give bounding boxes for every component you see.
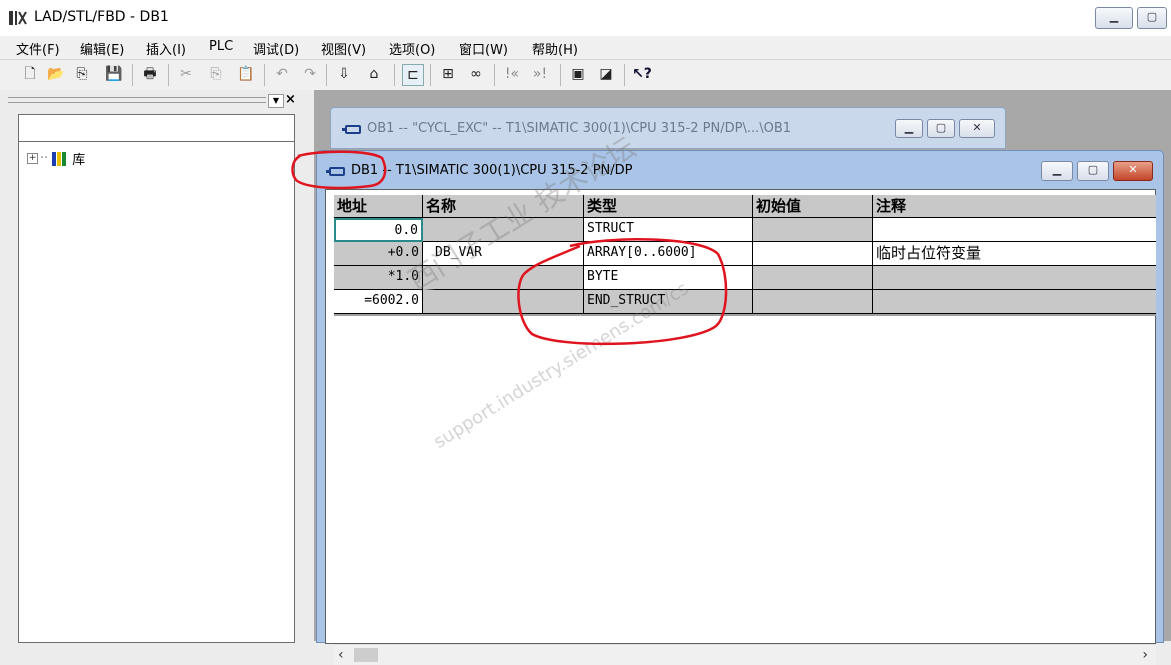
cell-address[interactable]: +0.0	[334, 242, 423, 266]
cell-comment[interactable]	[873, 290, 1156, 314]
cell-type[interactable]: END_STRUCT	[584, 290, 753, 314]
toolbar: 🗋 📂 ⎘ 💾 🖶 ✂ ⎘ 📋 ↶ ↷ ⇩ ⌂ ⊏ ⊞ ∞ !« »! ▣ ◪ …	[0, 59, 1171, 91]
cell-initial-value[interactable]	[753, 218, 873, 242]
menu-debug[interactable]: 调试(D)	[253, 39, 299, 58]
scroll-left-icon[interactable]: ‹	[338, 647, 344, 663]
ob1-minimize-button[interactable]: ▁	[895, 119, 923, 138]
print-icon[interactable]: 🖶	[140, 64, 160, 84]
app-title-bar: LAD/STL/FBD - DB1 ▁ ▢	[0, 0, 1171, 36]
copy-icon[interactable]: ⎘	[206, 64, 226, 84]
db1-minimize-button[interactable]: ▁	[1041, 161, 1073, 181]
cell-type[interactable]: STRUCT	[584, 218, 753, 242]
menu-file[interactable]: 文件(F)	[16, 39, 60, 58]
upload-icon[interactable]: ⌂	[364, 64, 384, 84]
ob1-close-button[interactable]: ✕	[959, 119, 995, 138]
panel-close-icon[interactable]: ×	[285, 92, 296, 107]
scroll-right-icon[interactable]: ›	[1142, 647, 1148, 663]
menu-view[interactable]: 视图(V)	[321, 39, 366, 58]
cell-initial-value[interactable]	[753, 290, 873, 314]
overview-icon[interactable]: ▣	[568, 64, 588, 84]
app-title: LAD/STL/FBD - DB1	[34, 9, 169, 25]
minimize-button[interactable]: ▁	[1095, 7, 1133, 29]
cell-address[interactable]: *1.0	[334, 266, 423, 290]
db1-window-title: DB1 -- T1\SIMATIC 300(1)\CPU 315-2 PN/DP	[351, 163, 633, 178]
menu-options[interactable]: 选项(O)	[389, 39, 435, 58]
library-icon	[52, 151, 68, 166]
glasses-icon[interactable]: ∞	[466, 64, 486, 84]
ob1-window[interactable]: OB1 -- "CYCL_EXC" -- T1\SIMATIC 300(1)\C…	[330, 107, 1006, 149]
ob1-window-title: OB1 -- "CYCL_EXC" -- T1\SIMATIC 300(1)\C…	[367, 121, 792, 136]
details-icon[interactable]: ◪	[596, 64, 616, 84]
monitor-icon[interactable]: ⊏	[402, 64, 424, 86]
cell-initial-value[interactable]	[753, 242, 873, 266]
menu-window[interactable]: 窗口(W)	[459, 39, 508, 58]
download-icon[interactable]: ⇩	[334, 64, 354, 84]
save-icon[interactable]: 💾	[104, 64, 124, 84]
maximize-button[interactable]: ▢	[1137, 7, 1167, 29]
header-type: 类型	[584, 195, 753, 218]
declaration-table: 地址 名称 类型 初始值 注释 0.0 STRUCT +0.0 DB_VAR A…	[334, 195, 1156, 316]
library-tree: + ·· 库	[18, 114, 295, 643]
db1-window[interactable]: DB1 -- T1\SIMATIC 300(1)\CPU 315-2 PN/DP…	[316, 150, 1164, 665]
cell-name[interactable]	[423, 266, 584, 290]
cell-initial-value[interactable]	[753, 266, 873, 290]
paste-icon[interactable]: 📋	[236, 64, 256, 84]
prev-network-icon[interactable]: !«	[502, 64, 522, 84]
menu-edit[interactable]: 编辑(E)	[80, 39, 124, 58]
overview-panel: ▼ × + ·· 库	[0, 90, 314, 643]
menu-help[interactable]: 帮助(H)	[532, 39, 578, 58]
header-comment: 注释	[873, 195, 1156, 218]
network-icon[interactable]: ⎘	[72, 64, 92, 84]
cell-address[interactable]: =6002.0	[334, 290, 423, 314]
expand-icon[interactable]: +	[27, 153, 38, 164]
panel-grip[interactable]	[8, 97, 266, 103]
app-icon	[9, 11, 27, 25]
open-icon[interactable]: 📂	[46, 64, 66, 84]
cell-name[interactable]	[423, 218, 584, 242]
undo-icon[interactable]: ↶	[272, 64, 292, 84]
cell-comment[interactable]	[873, 266, 1156, 290]
new-icon[interactable]: 🗋	[20, 64, 40, 84]
panel-dropdown-icon[interactable]: ▼	[268, 94, 284, 108]
ob1-maximize-button[interactable]: ▢	[927, 119, 955, 138]
header-address: 地址	[334, 195, 423, 218]
cell-comment[interactable]	[873, 218, 1156, 242]
header-name: 名称	[423, 195, 584, 218]
cell-name[interactable]: DB_VAR	[423, 242, 584, 266]
db1-maximize-button[interactable]: ▢	[1077, 161, 1109, 181]
cell-type[interactable]: ARRAY[0..6000]	[584, 242, 753, 266]
header-initial-value: 初始值	[753, 195, 873, 218]
redo-icon[interactable]: ↷	[300, 64, 320, 84]
cell-name[interactable]	[423, 290, 584, 314]
db1-close-button[interactable]: ✕	[1113, 161, 1153, 181]
cell-type[interactable]: BYTE	[584, 266, 753, 290]
horizontal-scrollbar[interactable]: ‹ ›	[334, 644, 1156, 665]
variable-table-icon[interactable]: ⊞	[438, 64, 458, 84]
tree-item-label: 库	[72, 153, 86, 168]
menu-insert[interactable]: 插入(I)	[146, 39, 186, 58]
db-editor: 地址 名称 类型 初始值 注释 0.0 STRUCT +0.0 DB_VAR A…	[325, 189, 1156, 665]
cut-icon[interactable]: ✂	[176, 64, 196, 84]
cell-address[interactable]: 0.0	[334, 218, 423, 242]
scroll-thumb[interactable]	[354, 648, 378, 662]
block-icon	[326, 167, 345, 176]
menu-plc[interactable]: PLC	[209, 39, 233, 54]
panel-header	[19, 115, 294, 142]
menu-bar: 文件(F) 编辑(E) 插入(I) PLC 调试(D) 视图(V) 选项(O) …	[0, 36, 1171, 59]
block-icon	[342, 125, 361, 134]
cell-comment[interactable]: 临时占位符变量	[873, 242, 1156, 266]
help-icon[interactable]: ↖?	[632, 64, 652, 84]
tree-item-library[interactable]: + ·· 库	[27, 149, 85, 168]
next-network-icon[interactable]: »!	[530, 64, 550, 84]
